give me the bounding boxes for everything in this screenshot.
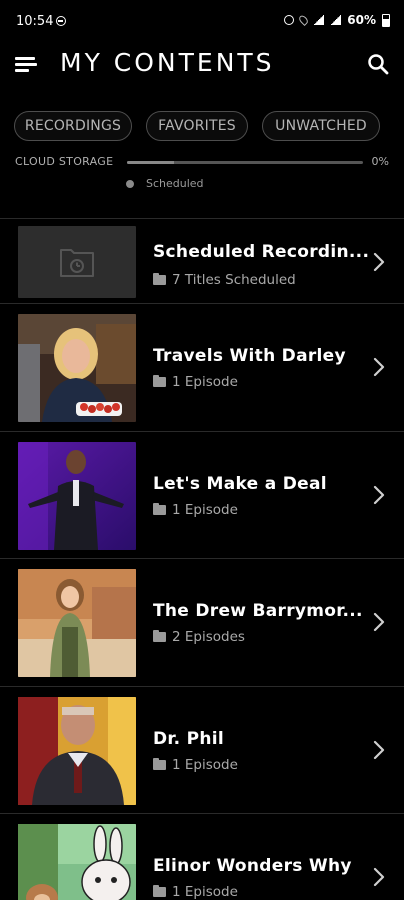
item-subtitle-text: 7 Titles Scheduled <box>172 272 296 288</box>
do-not-disturb-icon <box>56 16 66 26</box>
menu-icon[interactable] <box>15 55 37 73</box>
item-title: Dr. Phil <box>153 728 225 749</box>
item-subtitle: 2 Episodes <box>153 629 245 645</box>
item-subtitle-text: 1 Episode <box>172 374 238 390</box>
folder-icon <box>153 630 166 642</box>
list-item-dr-phil[interactable]: Dr. Phil 1 Episode <box>0 685 404 814</box>
storage-label: CLOUD STORAGE <box>15 155 114 168</box>
chevron-right-icon[interactable] <box>372 866 386 888</box>
item-subtitle-text: 1 Episode <box>172 756 238 773</box>
status-icons: 60% <box>284 13 390 27</box>
app-header: MY CONTENTS <box>0 44 404 92</box>
item-subtitle: 1 Episode <box>153 502 238 518</box>
item-subtitle-text: 1 Episode <box>172 501 238 518</box>
scheduled-legend-label: Scheduled <box>146 177 204 190</box>
folder-icon <box>153 757 166 770</box>
battery-icon <box>382 13 390 27</box>
page-title: MY CONTENTS <box>60 48 275 77</box>
show-thumbnail <box>18 824 136 900</box>
chevron-right-icon[interactable] <box>372 484 386 506</box>
list-item-travels-with-darley[interactable]: Travels With Darley 1 Episode <box>0 303 404 431</box>
location-icon <box>297 13 310 27</box>
show-thumbnail <box>18 569 136 677</box>
status-time: 10:54 <box>16 14 54 29</box>
chevron-right-icon[interactable] <box>372 611 386 633</box>
filter-recordings-button[interactable]: RECORDINGS <box>14 111 132 141</box>
filter-favorites-button[interactable]: FAVORITES <box>146 111 248 141</box>
list-item-drew-barrymore[interactable]: The Drew Barrymor... 2 Episodes <box>0 558 404 686</box>
list-item-lets-make-a-deal[interactable]: Let's Make a Deal 1 Episode <box>0 430 404 559</box>
battery-percent: 60% <box>347 13 376 27</box>
item-subtitle: 1 Episode <box>153 374 238 390</box>
scheduled-legend-dot <box>126 180 134 188</box>
chevron-right-icon[interactable] <box>372 251 386 273</box>
status-bar: 10:54 60% <box>0 0 404 44</box>
item-title: Elinor Wonders Why <box>153 856 352 876</box>
folder-icon <box>153 375 166 387</box>
show-thumbnail <box>18 441 136 550</box>
folder-icon <box>153 502 166 515</box>
wifi-icon <box>313 15 325 25</box>
storage-progress-fill <box>127 161 175 164</box>
search-icon[interactable] <box>366 52 390 76</box>
chevron-right-icon[interactable] <box>372 739 386 761</box>
show-thumbnail <box>18 314 136 422</box>
item-title: Travels With Darley <box>153 346 346 366</box>
filter-chips: RECORDINGS FAVORITES UNWATCHED <box>14 111 380 141</box>
storage-percent: 0% <box>371 155 389 168</box>
alarm-icon <box>284 15 295 25</box>
item-subtitle-text: 2 Episodes <box>172 629 245 645</box>
item-title: Scheduled Recordin... <box>153 242 370 262</box>
item-subtitle: 7 Titles Scheduled <box>153 272 296 288</box>
item-subtitle-text: 1 Episode <box>172 884 238 900</box>
scheduled-thumbnail <box>18 226 136 298</box>
list-item-scheduled-recordings[interactable]: Scheduled Recordin... 7 Titles Scheduled <box>0 218 404 303</box>
item-title: The Drew Barrymor... <box>153 601 363 621</box>
storage-progress-bar <box>127 161 363 164</box>
item-title: Let's Make a Deal <box>153 473 327 494</box>
folder-icon <box>153 273 166 285</box>
show-thumbnail <box>18 696 136 805</box>
list-item-elinor-wonders-why[interactable]: Elinor Wonders Why 1 Episode <box>0 813 404 900</box>
chevron-right-icon[interactable] <box>372 356 386 378</box>
cloud-storage: CLOUD STORAGE 0% Scheduled <box>15 152 391 192</box>
content-list: Scheduled Recordin... 7 Titles Scheduled <box>0 218 404 900</box>
signal-icon <box>330 15 342 25</box>
item-subtitle: 1 Episode <box>153 757 238 773</box>
folder-clock-icon <box>60 249 94 277</box>
filter-unwatched-button[interactable]: UNWATCHED <box>262 111 380 141</box>
item-subtitle: 1 Episode <box>153 884 238 900</box>
folder-icon <box>153 885 166 897</box>
